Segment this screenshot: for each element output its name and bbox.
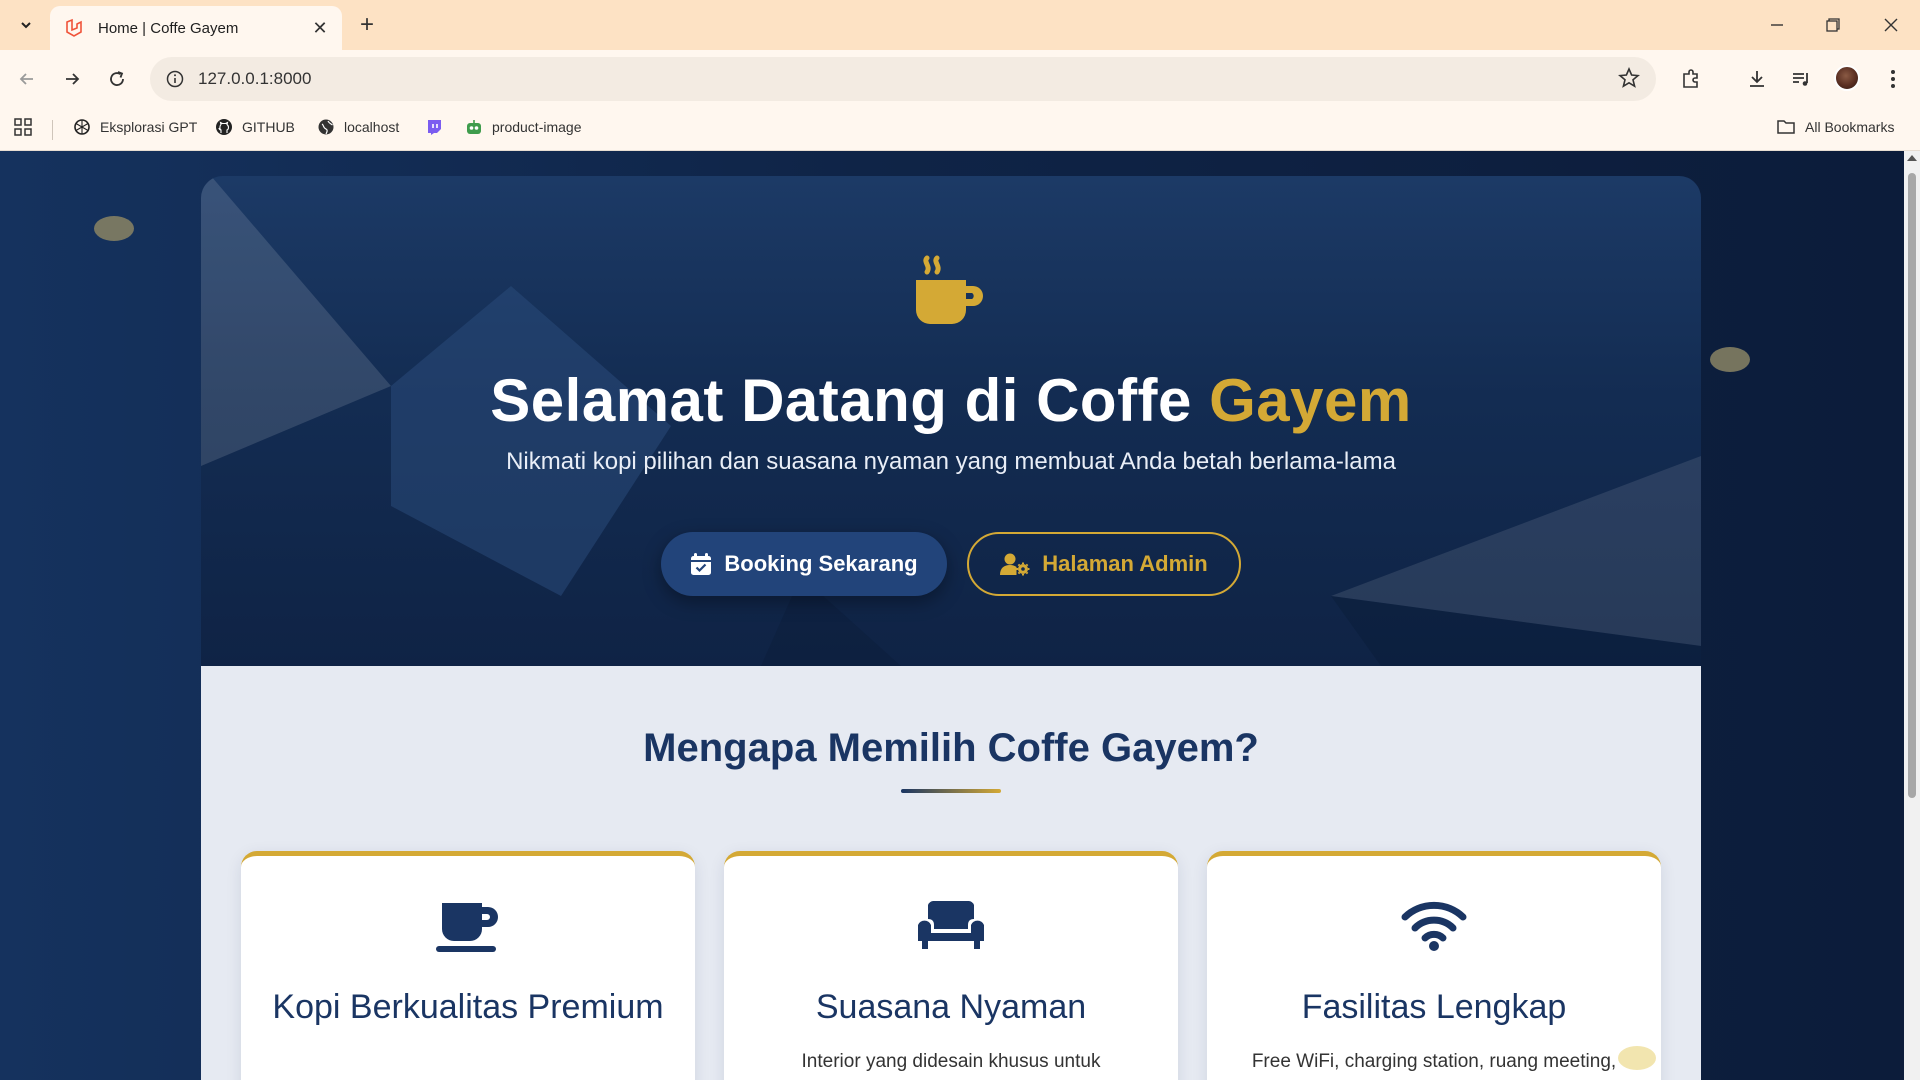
minimize-icon[interactable] [1762,10,1792,40]
wifi-icon [1401,901,1467,951]
features-title: Mengapa Memilih Coffe Gayem? [643,726,1259,770]
url-text: 127.0.0.1:8000 [198,69,312,88]
globe-icon [318,119,334,135]
feature-description: Interior yang didesain khusus untuk [801,1051,1101,1072]
address-bar[interactable]: 127.0.0.1:8000 [150,57,1656,101]
scroll-thumb[interactable] [1908,173,1916,798]
menu-kebab-icon[interactable] [1878,64,1908,94]
bookmark-localhost[interactable]: localhost [317,118,399,136]
restore-icon[interactable] [1818,10,1848,40]
scroll-up-arrow[interactable] [1907,155,1917,161]
feature-title: Suasana Nyaman [815,988,1087,1026]
hero-title-accent: Gayem [1209,367,1412,434]
arrow-left-icon [19,73,33,85]
bookmark-product-image[interactable]: product-image [465,118,582,136]
back-button[interactable] [12,64,42,94]
admin-button[interactable]: Halaman Admin [967,532,1241,596]
mug-icon [436,903,498,952]
forward-button[interactable] [57,64,87,94]
github-icon [216,119,232,135]
chevron-down-icon [21,22,31,29]
arrow-right-icon [66,73,80,85]
title-underline [901,789,1001,793]
page-scrollbar[interactable] [1904,151,1920,1080]
star-icon[interactable] [1618,67,1640,89]
info-icon [166,70,184,88]
hero-title: Selamat Datang di Coffe Gayem [490,367,1412,434]
browser-toolbar: 127.0.0.1:8000 [0,50,1920,108]
tab-search-button[interactable] [12,12,40,38]
apps-grid-icon[interactable] [14,118,41,136]
decor-blob [1618,1046,1656,1070]
new-tab-button[interactable]: + [354,11,380,38]
couch-icon [918,901,984,949]
features-section: Mengapa Memilih Coffe Gayem? Kopi Berkua… [201,666,1701,1080]
feature-card-facilities: Fasilitas Lengkap Free WiFi, charging st… [1207,851,1661,1080]
feature-title: Fasilitas Lengkap [1301,988,1567,1026]
bookmark-separator [52,120,53,140]
feature-card-coffee: Kopi Berkualitas Premium [241,851,695,1080]
bookmarks-bar: Eksplorasi GPT GITHUB localhost product-… [0,108,1920,151]
bookmark-eksplorasi-gpt[interactable]: Eksplorasi GPT [73,118,197,136]
extensions-icon[interactable] [1676,64,1706,94]
user-gear-icon [1000,553,1030,576]
profile-avatar[interactable] [1834,65,1860,91]
page-viewport: Selamat Datang di Coffe Gayem Nikmati ko… [0,151,1904,1080]
booking-button[interactable]: Booking Sekarang [661,532,947,596]
tab-title: Home | Coffe Gayem [98,19,239,37]
bookmark-github[interactable]: GITHUB [215,118,295,136]
close-tab-icon[interactable]: ✕ [310,18,330,38]
feature-title: Kopi Berkualitas Premium [272,988,664,1026]
download-icon[interactable] [1742,64,1772,94]
twitch-icon [428,120,441,135]
bookmark-twitch[interactable] [425,118,452,136]
feature-description: Free WiFi, charging station, ruang meeti… [1251,1051,1617,1072]
coffee-cup-icon [916,255,983,324]
all-bookmarks[interactable]: All Bookmarks [1776,118,1894,136]
decor-blob [1710,347,1750,372]
browser-tabstrip: Home | Coffe Gayem ✕ + [0,0,1920,50]
reload-button[interactable] [102,64,132,94]
main-container: Selamat Datang di Coffe Gayem Nikmati ko… [201,176,1701,1080]
hero-subtitle: Nikmati kopi pilihan dan suasana nyaman … [506,448,1396,475]
openai-icon [74,119,90,135]
calendar-check-icon [691,553,712,575]
feature-card-ambience: Suasana Nyaman Interior yang didesain kh… [724,851,1178,1080]
close-window-icon[interactable] [1876,10,1906,40]
decor-blob [94,216,134,241]
laravel-favicon-icon [66,18,82,37]
media-control-icon[interactable] [1786,64,1816,94]
active-tab[interactable]: Home | Coffe Gayem ✕ [50,6,342,50]
reload-icon [110,71,124,86]
folder-icon [1777,120,1795,134]
hero-section: Selamat Datang di Coffe Gayem Nikmati ko… [201,176,1701,666]
robot-icon [467,120,481,134]
